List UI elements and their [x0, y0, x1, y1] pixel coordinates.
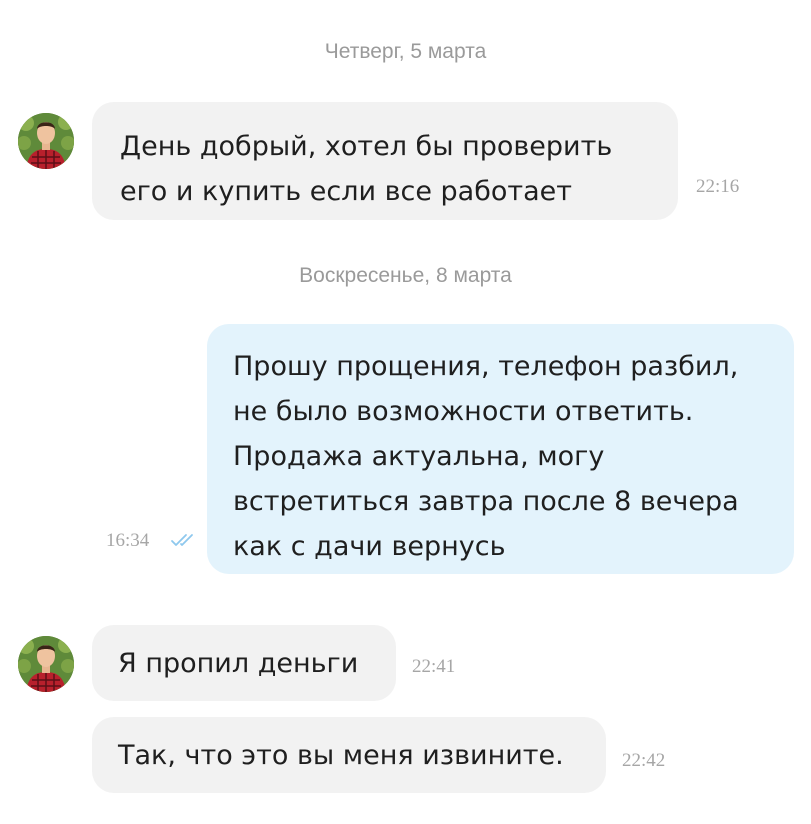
message-time: 22:42	[622, 750, 666, 771]
message-bubble-incoming[interactable]: День добрый, хотел бы проверить его и ку…	[92, 102, 678, 220]
message-text-line: не было возможности ответить.	[233, 396, 694, 427]
message-text-line: как с дачи вернусь	[233, 531, 506, 562]
message-time: 22:16	[696, 176, 740, 197]
message-bubble-incoming[interactable]: Я пропил деньги	[92, 625, 396, 701]
message-text-line: Прошу прощения, телефон разбил,	[233, 351, 739, 382]
message-text-line: Продажа актуальна, могу	[233, 441, 605, 472]
date-separator: Четверг, 5 марта	[324, 40, 487, 63]
user-avatar-icon	[18, 113, 74, 169]
message-text-line: встретиться завтра после 8 вечера	[233, 486, 739, 517]
message-bubble-outgoing[interactable]: Прошу прощения, телефон разбил, не было …	[207, 324, 794, 574]
user-avatar-icon	[18, 636, 74, 692]
message-text-line: Так, что это вы меня извините.	[118, 740, 564, 771]
message-time: 16:34	[106, 530, 150, 551]
message-text-line: День добрый, хотел бы проверить	[120, 131, 613, 162]
sender-avatar[interactable]	[18, 113, 74, 169]
message-time: 22:41	[412, 656, 456, 677]
message-text-line: его и купить если все работает	[120, 176, 572, 207]
message-bubble-incoming[interactable]: Так, что это вы меня извините.	[92, 717, 606, 793]
read-double-check-icon	[171, 534, 193, 546]
message-text-line: Я пропил деньги	[118, 648, 359, 679]
chat-thread: Четверг, 5 марта День добрый, хотел бы п…	[0, 0, 811, 824]
date-separator: Воскресенье, 8 марта	[299, 264, 512, 287]
sender-avatar[interactable]	[18, 636, 74, 692]
